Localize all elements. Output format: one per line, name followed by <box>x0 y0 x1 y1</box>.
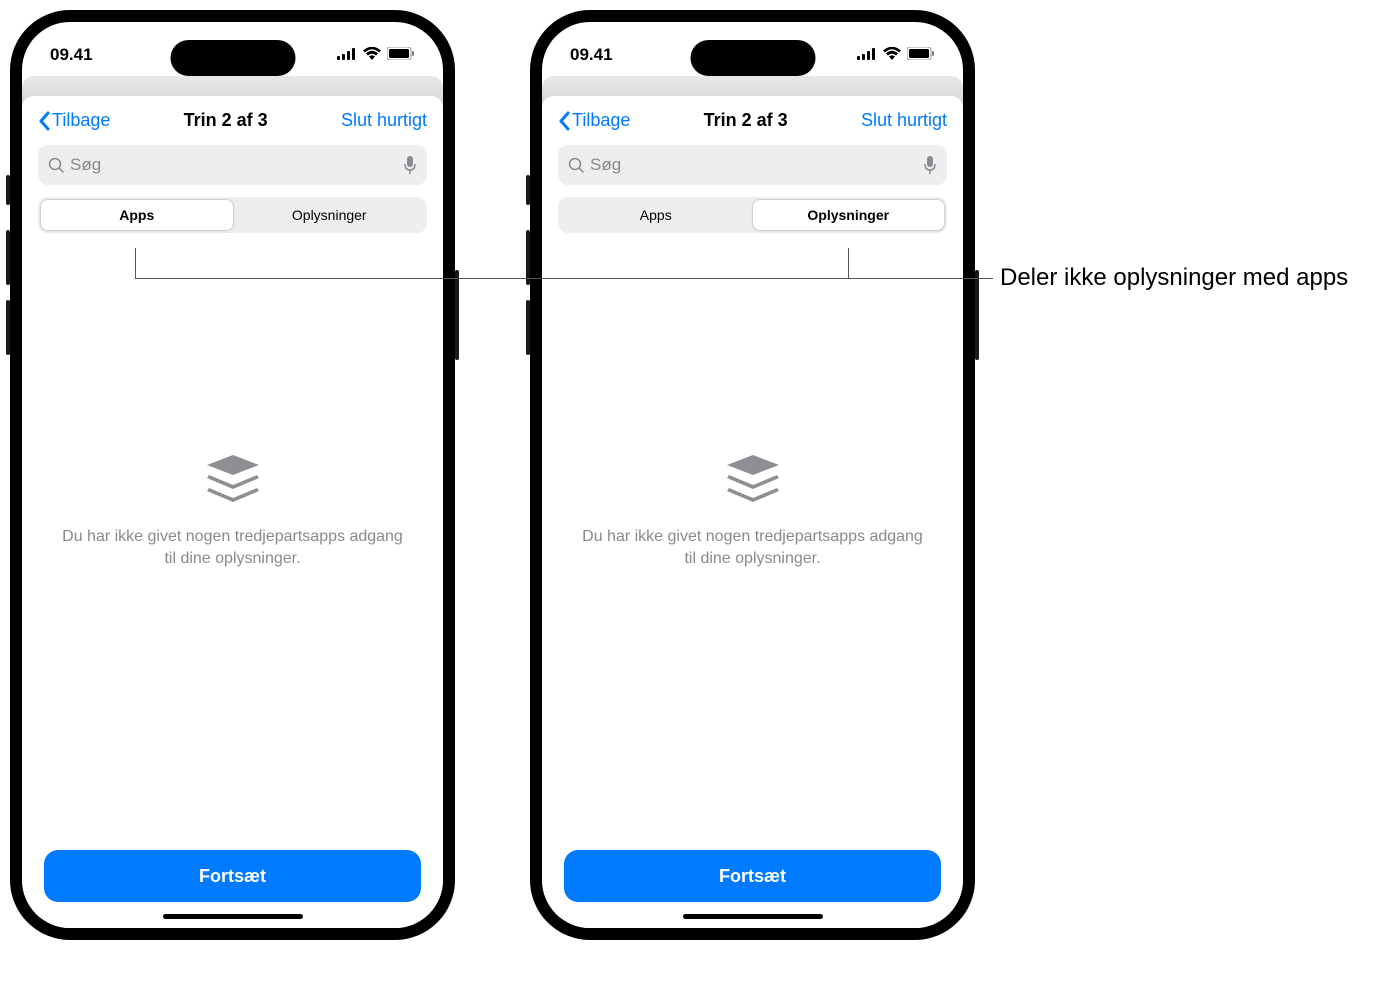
stack-icon <box>203 453 263 508</box>
segmented-control: Apps Oplysninger <box>558 197 947 233</box>
volume-up-button <box>526 230 530 285</box>
callout-leader-line <box>848 248 849 278</box>
dynamic-island <box>690 40 815 76</box>
page-title: Trin 2 af 3 <box>704 110 788 131</box>
back-button[interactable]: Tilbage <box>558 110 630 131</box>
battery-icon <box>387 45 415 65</box>
empty-state: Du har ikke givet nogen tredjepartsapps … <box>22 233 443 850</box>
page-title: Trin 2 af 3 <box>184 110 268 131</box>
home-indicator[interactable] <box>163 914 303 919</box>
callout-leader-line <box>135 278 848 279</box>
volume-down-button <box>526 300 530 355</box>
tab-information[interactable]: Oplysninger <box>234 199 426 231</box>
modal-sheet: Tilbage Trin 2 af 3 Slut hurtigt Søg App… <box>542 96 963 928</box>
cellular-signal-icon <box>857 45 877 65</box>
search-icon <box>568 157 584 173</box>
dictation-icon[interactable] <box>923 155 937 175</box>
status-time: 09.41 <box>50 45 93 65</box>
modal-sheet: Tilbage Trin 2 af 3 Slut hurtigt Søg App… <box>22 96 443 928</box>
search-placeholder: Søg <box>590 155 923 175</box>
mute-switch <box>526 175 530 205</box>
phone-mockup-right: 09.41 Tilbage Trin 2 af 3 Slut hurtigt S… <box>530 10 975 940</box>
volume-up-button <box>6 230 10 285</box>
battery-icon <box>907 45 935 65</box>
empty-message: Du har ikke givet nogen tredjepartsapps … <box>582 526 923 569</box>
power-button <box>455 270 459 360</box>
segmented-control: Apps Oplysninger <box>38 197 427 233</box>
mute-switch <box>6 175 10 205</box>
wifi-icon <box>883 45 901 65</box>
tab-apps[interactable]: Apps <box>560 199 752 231</box>
callout-label: Deler ikke oplysninger med apps <box>1000 262 1370 293</box>
search-placeholder: Søg <box>70 155 403 175</box>
stack-icon <box>723 453 783 508</box>
callout-leader-line <box>135 248 136 278</box>
search-input[interactable]: Søg <box>558 145 947 185</box>
back-button[interactable]: Tilbage <box>38 110 110 131</box>
back-label: Tilbage <box>52 110 110 131</box>
chevron-left-icon <box>558 111 570 131</box>
tab-apps[interactable]: Apps <box>40 199 234 231</box>
dynamic-island <box>170 40 295 76</box>
home-indicator[interactable] <box>683 914 823 919</box>
quick-exit-button[interactable]: Slut hurtigt <box>861 110 947 131</box>
search-icon <box>48 157 64 173</box>
status-time: 09.41 <box>570 45 613 65</box>
phone-mockup-left: 09.41 Tilbage Trin 2 af 3 Slut hurtigt S… <box>10 10 455 940</box>
back-label: Tilbage <box>572 110 630 131</box>
navigation-bar: Tilbage Trin 2 af 3 Slut hurtigt <box>22 96 443 141</box>
tab-information[interactable]: Oplysninger <box>752 199 946 231</box>
search-input[interactable]: Søg <box>38 145 427 185</box>
empty-message: Du har ikke givet nogen tredjepartsapps … <box>62 526 403 569</box>
callout-leader-line <box>848 278 993 279</box>
navigation-bar: Tilbage Trin 2 af 3 Slut hurtigt <box>542 96 963 141</box>
power-button <box>975 270 979 360</box>
wifi-icon <box>363 45 381 65</box>
continue-button[interactable]: Fortsæt <box>564 850 941 902</box>
dictation-icon[interactable] <box>403 155 417 175</box>
quick-exit-button[interactable]: Slut hurtigt <box>341 110 427 131</box>
continue-button[interactable]: Fortsæt <box>44 850 421 902</box>
volume-down-button <box>6 300 10 355</box>
empty-state: Du har ikke givet nogen tredjepartsapps … <box>542 233 963 850</box>
cellular-signal-icon <box>337 45 357 65</box>
chevron-left-icon <box>38 111 50 131</box>
